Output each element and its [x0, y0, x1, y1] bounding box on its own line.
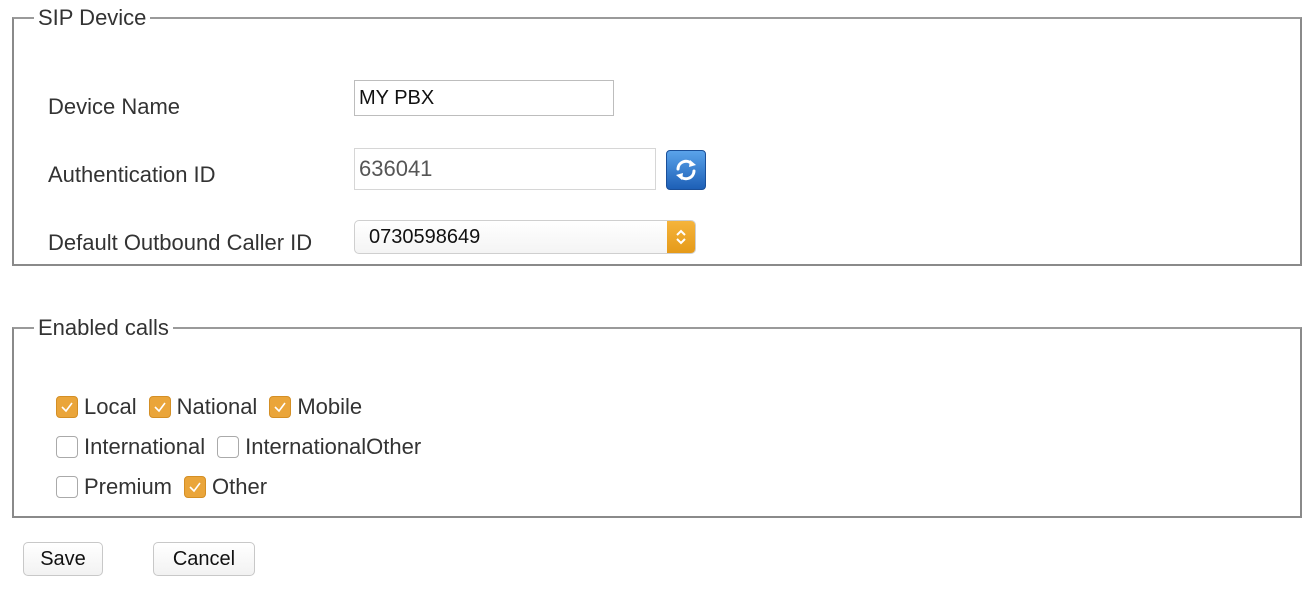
checkbox-label: International [84, 434, 206, 459]
sip-device-fieldset: SIP Device Device Name Authentication ID… [12, 6, 1302, 266]
checkbox-row: Premium Other [56, 474, 279, 500]
checkbox-box[interactable] [148, 396, 171, 418]
checkbox-box[interactable] [269, 396, 292, 418]
checkbox-label: Local [84, 394, 137, 419]
checkbox-row: Local National Mobile [56, 394, 374, 420]
caller-id-select[interactable]: 0730598649 [354, 220, 696, 254]
checkbox-national[interactable]: National [148, 394, 258, 420]
checkbox-box[interactable] [56, 396, 78, 418]
auth-id-input[interactable] [354, 148, 656, 190]
refresh-icon [676, 159, 696, 181]
checkbox-label: Mobile [297, 394, 363, 419]
check-icon [189, 482, 201, 493]
caller-id-value: 0730598649 [369, 225, 481, 248]
device-name-label: Device Name [48, 94, 181, 119]
enabled-calls-legend: Enabled calls [38, 315, 169, 340]
checkbox-international-other[interactable]: InternationalOther [217, 434, 421, 460]
check-icon [154, 402, 166, 413]
checkbox-label: Premium [84, 474, 173, 499]
caller-id-label: Default Outbound Caller ID [48, 230, 313, 255]
sip-device-legend: SIP Device [38, 5, 147, 30]
checkbox-box[interactable] [217, 436, 240, 458]
checkbox-other[interactable]: Other [184, 474, 267, 500]
checkbox-label: InternationalOther [245, 434, 422, 459]
checkbox-box[interactable] [56, 476, 78, 498]
checkbox-mobile[interactable]: Mobile [269, 394, 362, 420]
checkbox-premium[interactable]: Premium [56, 474, 172, 500]
auth-id-label: Authentication ID [48, 162, 216, 187]
enabled-calls-fieldset: Enabled calls Local National Mobile Inte… [12, 316, 1302, 518]
save-button[interactable]: Save [23, 542, 103, 576]
checkbox-international[interactable]: International [56, 434, 205, 460]
checkbox-box[interactable] [184, 476, 207, 498]
checkbox-local[interactable]: Local [56, 394, 137, 420]
check-icon [274, 402, 286, 413]
check-icon [61, 402, 73, 413]
checkbox-label: National [176, 394, 258, 419]
refresh-auth-id-button[interactable] [666, 150, 706, 190]
cancel-button[interactable]: Cancel [153, 542, 255, 576]
checkbox-box[interactable] [56, 436, 78, 458]
checkbox-row: International InternationalOther [56, 434, 433, 460]
device-name-input[interactable] [354, 80, 614, 116]
checkbox-label: Other [212, 474, 268, 499]
chevron-updown-icon [667, 221, 695, 253]
